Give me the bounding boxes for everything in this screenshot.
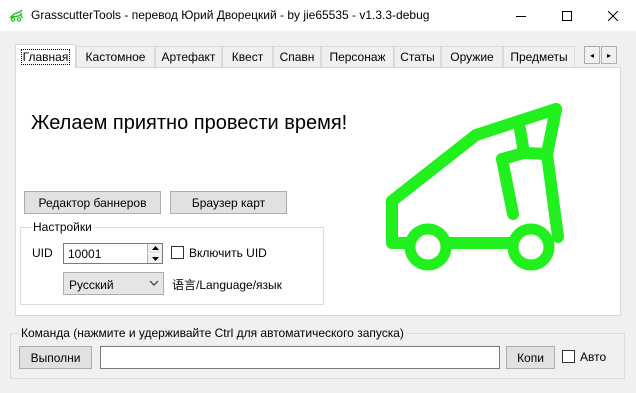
tab-label: Предметы (510, 50, 568, 64)
auto-checkbox[interactable] (562, 350, 575, 363)
tab-quest[interactable]: Квест (222, 46, 273, 67)
grasscutter-app-icon (9, 9, 23, 22)
close-button[interactable] (590, 0, 636, 31)
tab-home[interactable]: Главная (15, 44, 76, 68)
window-title: GrasscutterTools - перевод Юрий Дворецки… (31, 8, 430, 22)
minimize-icon (516, 15, 526, 17)
include-uid-label: Включить UID (189, 246, 267, 260)
tab-spawn[interactable]: Спавн (273, 46, 321, 67)
tab-scroll-left-button[interactable]: ◂ (584, 46, 600, 64)
tab-label: Квест (231, 50, 264, 64)
close-icon (608, 10, 618, 21)
language-select[interactable]: Русский (63, 272, 164, 295)
tab-items[interactable]: Предметы (503, 46, 575, 67)
chevron-left-icon: ◂ (589, 50, 594, 60)
caret-up-icon (151, 246, 159, 250)
tab-stats[interactable]: Статы (394, 46, 441, 67)
tab-artifact[interactable]: Артефакт (155, 46, 222, 67)
language-label: 语言/Language/язык (172, 278, 282, 292)
tab-custom[interactable]: Кастомное (76, 46, 155, 67)
minimize-button[interactable] (498, 0, 544, 31)
tab-character[interactable]: Персонаж (321, 46, 394, 67)
settings-group-label: Настройки (31, 220, 94, 234)
map-browser-button[interactable]: Браузер карт (170, 191, 287, 214)
command-group-label: Команда (нажмите и удерживайте Ctrl для … (19, 326, 406, 340)
tab-strip: Главная Кастомное Артефакт Квест Спавн П… (15, 44, 625, 68)
chevron-down-icon (149, 280, 159, 286)
spin-up-button[interactable] (147, 244, 162, 253)
grasscutter-logo-icon (386, 103, 564, 271)
tab-weapon[interactable]: Оружие (441, 46, 503, 67)
uid-stepper[interactable]: 10001 (63, 243, 163, 264)
command-input[interactable] (100, 346, 500, 369)
tab-label: Оружие (450, 50, 494, 64)
banner-editor-button[interactable]: Редактор баннеров (24, 191, 161, 214)
uid-label: UID (32, 246, 53, 260)
tab-label: Персонаж (329, 50, 386, 64)
auto-label: Авто (580, 350, 607, 364)
tab-label: Спавн (279, 50, 315, 64)
maximize-button[interactable] (544, 0, 590, 31)
tab-label: Артефакт (161, 50, 216, 64)
spin-down-button[interactable] (147, 254, 162, 263)
chevron-right-icon: ▸ (606, 50, 611, 60)
tab-label: Кастомное (85, 50, 146, 64)
title-bar: GrasscutterTools - перевод Юрий Дворецки… (0, 0, 636, 31)
copy-button[interactable]: Копи (506, 346, 555, 369)
maximize-icon (562, 10, 572, 21)
language-value: Русский (69, 278, 114, 292)
run-button[interactable]: Выполни (19, 346, 92, 369)
tab-scroll-right-button[interactable]: ▸ (601, 46, 617, 64)
tab-label: Главная (20, 48, 71, 65)
include-uid-checkbox[interactable] (171, 246, 184, 259)
welcome-text: Желаем приятно провести время! (31, 112, 348, 134)
tab-label: Статы (400, 50, 435, 64)
caret-down-icon (151, 256, 159, 261)
uid-value: 10001 (68, 247, 102, 261)
